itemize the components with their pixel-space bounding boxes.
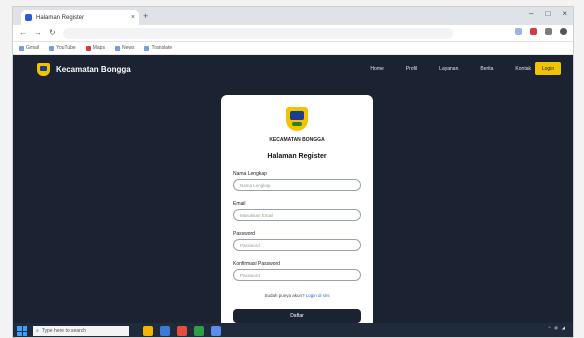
reload-icon[interactable]: ↻ [49, 28, 56, 37]
extension-red-icon[interactable] [530, 28, 537, 35]
menu-item-kontak[interactable]: Kontak [515, 66, 531, 72]
bookmark-icon [49, 45, 55, 51]
browser-tab[interactable]: Halaman Register × [21, 10, 139, 25]
menu-item-layanan[interactable]: Layanan [439, 66, 458, 72]
password-field[interactable]: Password [233, 239, 361, 251]
site-brand-name: Kecamatan Bongga [56, 65, 131, 74]
card-org-name: KECAMATAN BONGGA [269, 137, 325, 143]
browser-toolbar: ← → ↻ [13, 25, 573, 42]
confirm-password-label: Konfirmasi Password [233, 261, 280, 267]
favicon-icon [25, 14, 32, 21]
network-icon[interactable]: ◍ [554, 325, 558, 330]
email-field[interactable]: Masukkan Email [233, 209, 361, 221]
maximize-icon[interactable]: □ [545, 9, 550, 18]
full-name-field[interactable]: Nama Lengkap [233, 179, 361, 191]
bookmark-icon [19, 45, 24, 51]
extensions-puzzle-icon[interactable] [545, 28, 552, 35]
new-tab-icon[interactable]: + [143, 11, 148, 21]
page-title: Halaman Register [267, 153, 327, 160]
crest-logo-icon [286, 107, 308, 131]
browser-tabbar: Halaman Register × + – □ × [13, 7, 573, 25]
bookmarks-bar: Gmail YouTube Maps News Translate [13, 42, 573, 55]
menu-item-home[interactable]: Home [370, 66, 383, 72]
search-icon: ⌕ [36, 328, 39, 334]
bookmark-item[interactable]: Maps [85, 45, 105, 51]
bookmark-item[interactable]: Gmail [19, 45, 39, 51]
site-brand[interactable]: Kecamatan Bongga [37, 63, 131, 76]
tray-up-icon[interactable]: ^ [549, 325, 551, 330]
menu-item-berita[interactable]: Berita [480, 66, 493, 72]
app-icon[interactable] [194, 326, 204, 336]
chrome-icon[interactable] [177, 326, 187, 336]
taskview-icon[interactable] [160, 326, 170, 336]
bookmark-icon [144, 45, 150, 51]
register-submit-button[interactable]: Daftar [233, 309, 361, 323]
windows-start-icon[interactable] [17, 326, 27, 336]
nav-login-button[interactable]: Login [535, 62, 561, 75]
password-label: Password [233, 231, 255, 237]
bookmark-item[interactable]: YouTube [49, 45, 76, 51]
bookmark-icon [85, 45, 91, 51]
browser-tab-title: Halaman Register [36, 14, 85, 21]
login-link[interactable]: Login di sini [306, 293, 330, 298]
menu-item-profil[interactable]: Profil [406, 66, 417, 72]
taskbar-search-input[interactable]: ⌕ Type here to search [33, 326, 129, 336]
register-card: KECAMATAN BONGGA Halaman Register Nama L… [221, 95, 373, 323]
site-navbar: Kecamatan Bongga Home Profil Layanan Ber… [13, 55, 573, 83]
extension-icon[interactable] [515, 28, 522, 35]
bookmark-item[interactable]: News [114, 45, 134, 51]
confirm-password-field[interactable]: Password [233, 269, 361, 281]
crest-logo-icon [37, 63, 50, 76]
vscode-icon[interactable] [211, 326, 221, 336]
bookmark-item[interactable]: Translate [144, 45, 172, 51]
web-page: Kecamatan Bongga Home Profil Layanan Ber… [13, 55, 573, 323]
login-prompt: Sudah punya akun? Login di sini [264, 293, 330, 298]
back-icon[interactable]: ← [19, 28, 27, 37]
full-name-label: Nama Lengkap [233, 171, 267, 177]
screenshot-frame: Halaman Register × + – □ × ← → ↻ Gmail Y… [12, 6, 574, 338]
site-menu: Home Profil Layanan Berita Kontak [370, 66, 531, 72]
close-window-icon[interactable]: × [562, 9, 567, 18]
bookmark-icon [114, 45, 120, 51]
profile-avatar[interactable] [560, 28, 567, 35]
address-bar[interactable] [63, 28, 453, 39]
volume-icon[interactable]: ◢ [562, 325, 565, 330]
os-taskbar: ⌕ Type here to search ^ ◍ ◢ [13, 323, 573, 337]
file-explorer-icon[interactable] [143, 326, 153, 336]
forward-icon[interactable]: → [34, 28, 42, 37]
tab-close-icon[interactable]: × [131, 14, 135, 21]
window-controls: – □ × [529, 9, 567, 18]
email-label: Email [233, 201, 246, 207]
minimize-icon[interactable]: – [529, 9, 533, 18]
system-tray: ^ ◍ ◢ [549, 325, 569, 330]
